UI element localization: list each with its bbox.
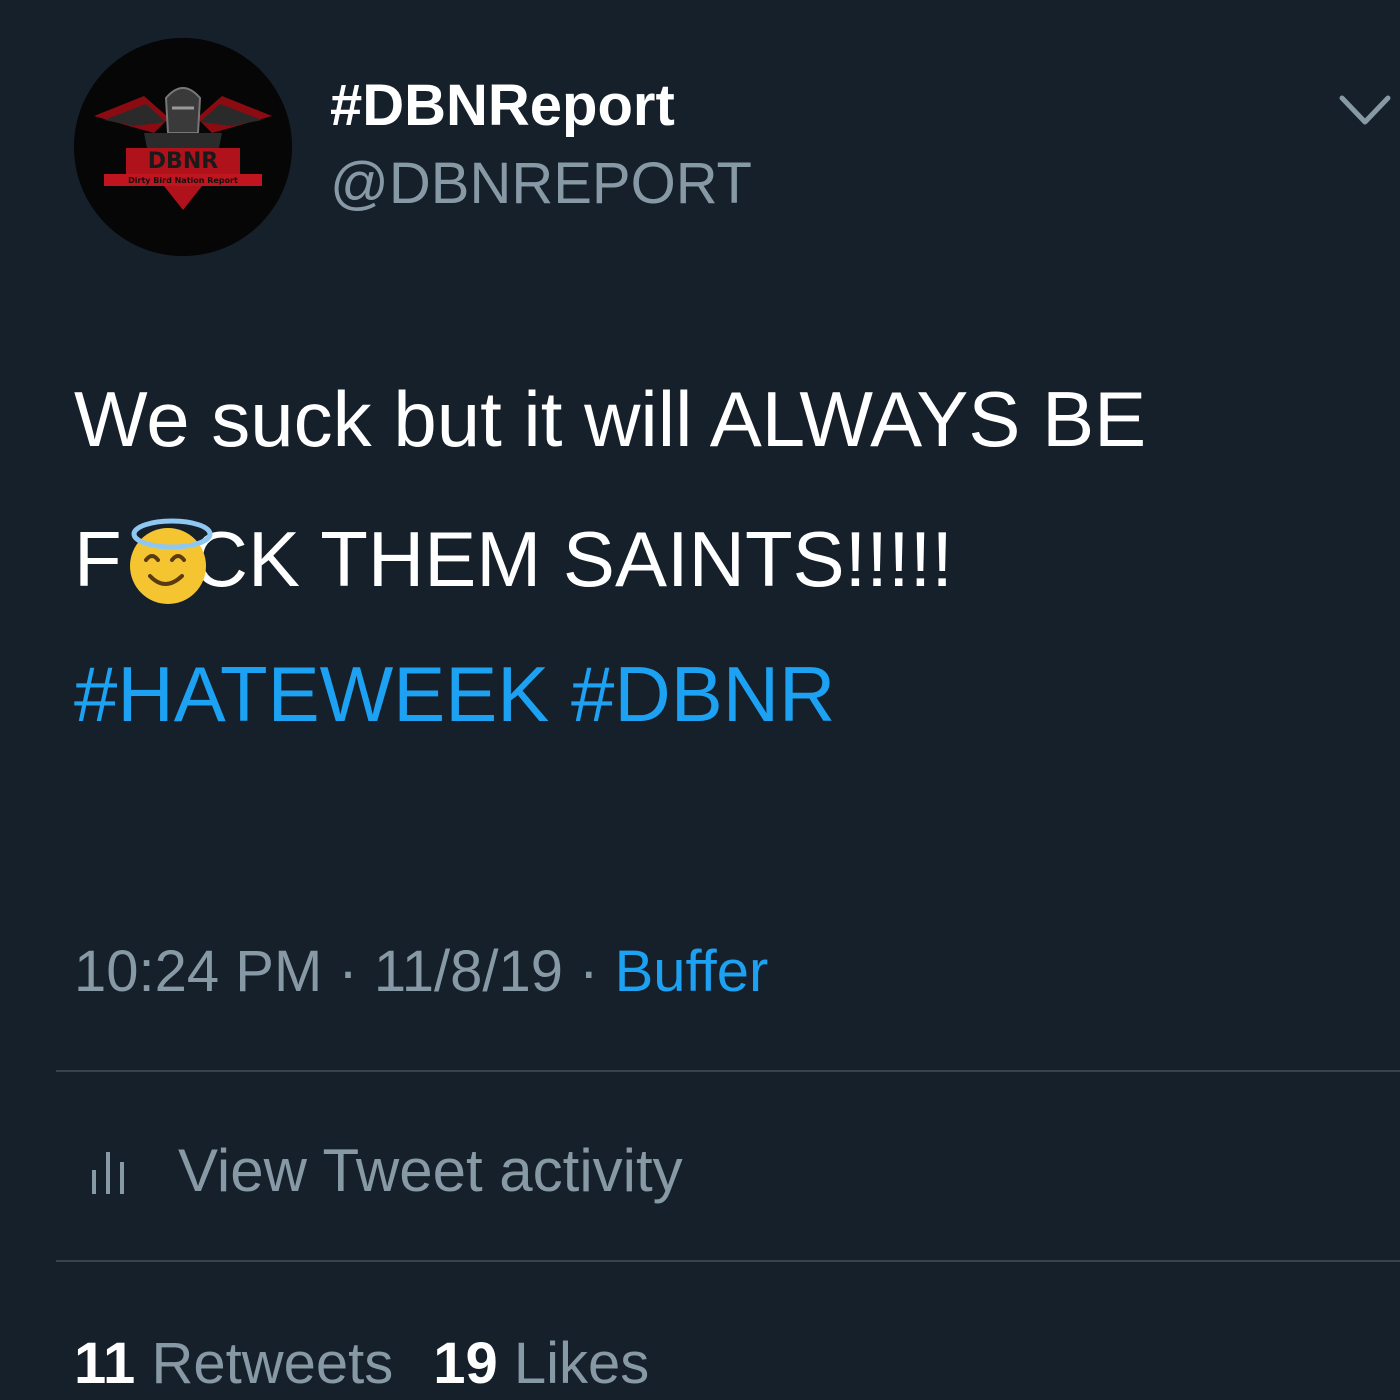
hashtags: #HATEWEEK #DBNR xyxy=(74,655,835,733)
hashtag-hateweek[interactable]: #HATEWEEK xyxy=(74,650,549,738)
divider xyxy=(56,1070,1400,1072)
display-name[interactable]: #DBNReport xyxy=(330,72,675,139)
svg-text:Dirty Bird Nation Report: Dirty Bird Nation Report xyxy=(128,176,238,185)
tweet-meta: 10:24 PM · 11/8/19 · Buffer xyxy=(74,938,768,1005)
avatar[interactable]: DBNR Dirty Bird Nation Report xyxy=(74,38,292,256)
likes-count: 19 xyxy=(433,1331,498,1396)
tweet-text-line-1: We suck but it will ALWAYS BE xyxy=(74,375,1147,463)
likes-label: Likes xyxy=(513,1331,650,1396)
likes-stat[interactable]: 19 Likes xyxy=(433,1331,649,1396)
tweet-source-link[interactable]: Buffer xyxy=(615,939,769,1004)
tweet-stats: 11 Retweets 19 Likes xyxy=(74,1330,649,1397)
divider xyxy=(56,1260,1400,1262)
meta-separator-2: · xyxy=(563,939,615,1004)
view-tweet-activity-button[interactable]: View Tweet activity xyxy=(88,1135,683,1205)
hashtag-dbnr[interactable]: #DBNR xyxy=(571,650,835,738)
dbnr-logo-icon: DBNR Dirty Bird Nation Report xyxy=(74,38,292,256)
tweet-time[interactable]: 10:24 PM xyxy=(74,939,322,1004)
retweets-label: Retweets xyxy=(151,1331,394,1396)
retweets-stat[interactable]: 11 Retweets xyxy=(74,1331,393,1396)
meta-separator-1: · xyxy=(322,939,374,1004)
view-tweet-activity-label: View Tweet activity xyxy=(178,1136,683,1204)
analytics-icon xyxy=(92,1152,124,1194)
chevron-down-icon[interactable] xyxy=(1336,88,1394,132)
user-handle[interactable]: @DBNREPORT xyxy=(330,150,752,217)
tweet-text-prefix: F xyxy=(74,515,122,603)
tweet-text-suffix: CK THEM SAINTS!!!!! xyxy=(191,515,953,603)
smiling-face-with-halo-icon xyxy=(130,518,213,604)
retweets-count: 11 xyxy=(74,1331,136,1396)
svg-text:DBNR: DBNR xyxy=(148,149,218,174)
tweet-date[interactable]: 11/8/19 xyxy=(374,939,563,1004)
